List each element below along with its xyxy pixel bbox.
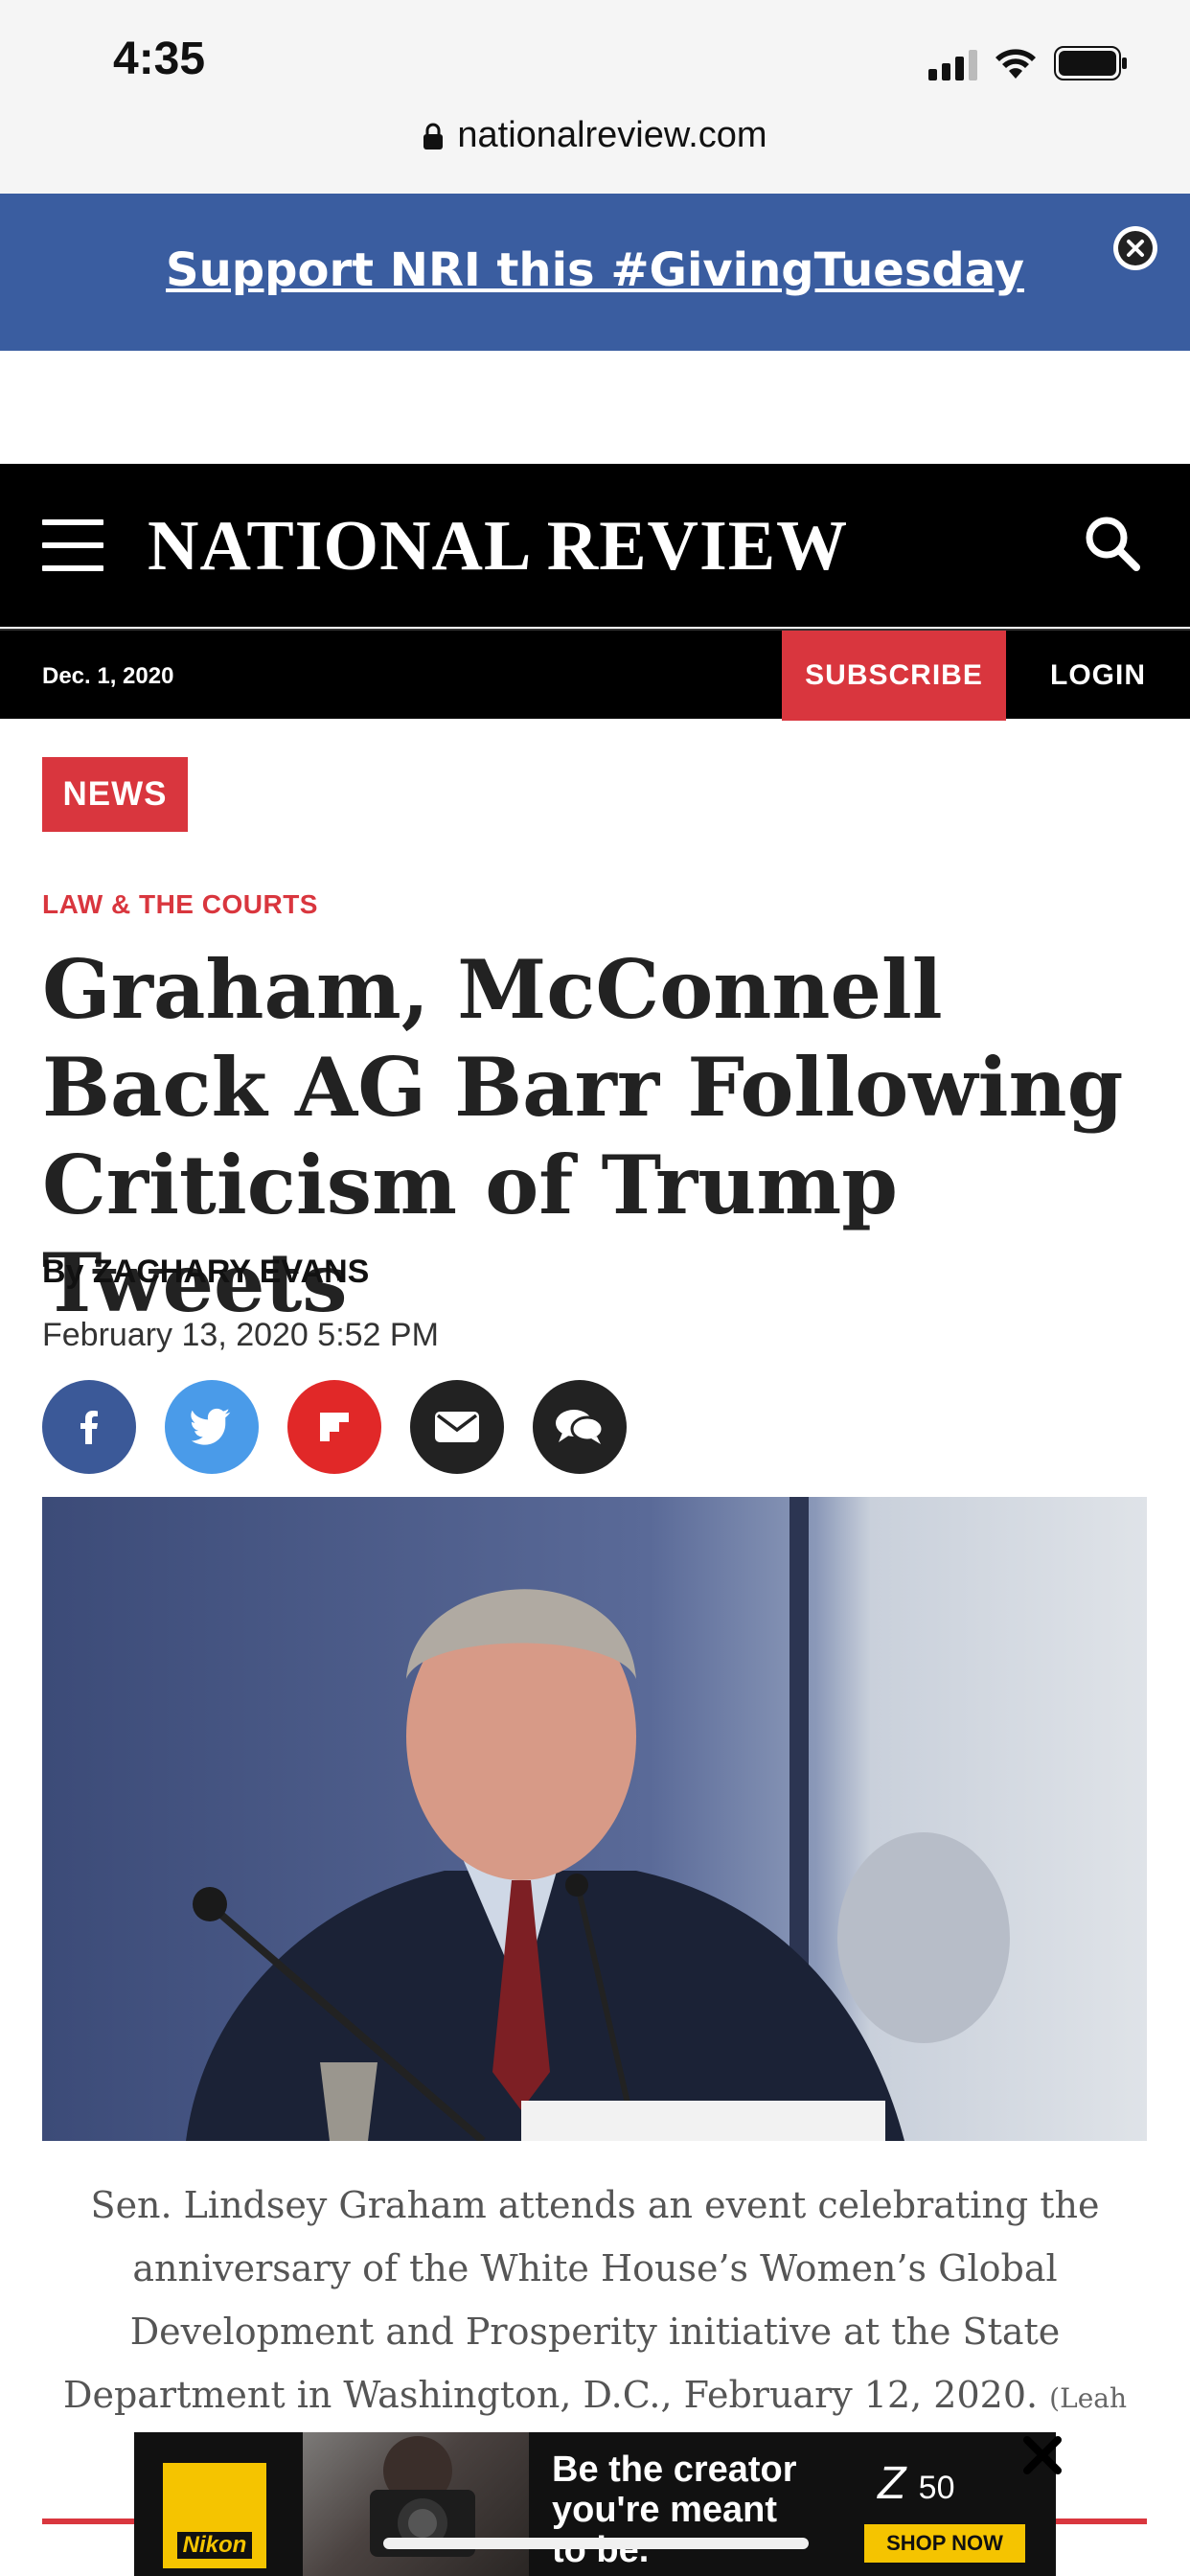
comments-button[interactable] [533, 1380, 627, 1474]
ad-photo [303, 2432, 529, 2576]
banner-close-button[interactable] [1111, 224, 1159, 277]
nikon-ad-banner[interactable]: Nikon Be the creator you're meant to be.… [134, 2432, 1056, 2576]
giving-tuesday-link[interactable]: Support NRI this #GivingTuesday [0, 243, 1190, 297]
ad-model-name: Z 50 [878, 2458, 955, 2509]
header-subbar: Dec. 1, 2020 SUBSCRIBE LOGIN [0, 629, 1190, 721]
shop-now-button[interactable]: SHOP NOW [864, 2524, 1025, 2563]
login-button[interactable]: LOGIN [1006, 631, 1190, 721]
battery-icon [1054, 46, 1129, 80]
twitter-icon [191, 1408, 231, 1445]
wifi-icon [995, 48, 1037, 80]
facebook-share-button[interactable] [42, 1380, 136, 1474]
nikon-logo: Nikon [163, 2463, 266, 2568]
comment-icon [556, 1410, 605, 1444]
flipboard-share-button[interactable] [287, 1380, 381, 1474]
cellular-signal-icon [928, 50, 977, 80]
ad-headline: Be the creator you're meant to be. [552, 2450, 797, 2570]
caption-text: Sen. Lindsey Graham attends an event cel… [62, 2184, 1100, 2416]
close-icon [1023, 2436, 1062, 2474]
giving-tuesday-banner: Support NRI this #GivingTuesday [0, 194, 1190, 351]
browser-url-bar[interactable]: nationalreview.com [0, 105, 1190, 194]
byline-prefix: By [42, 1254, 84, 1290]
ad-placeholder [0, 351, 1190, 464]
home-indicator[interactable] [383, 2538, 809, 2549]
section-link[interactable]: LAW & THE COURTS [42, 889, 318, 920]
news-tag[interactable]: NEWS [42, 757, 188, 832]
site-header: NATIONAL REVIEW [0, 464, 1190, 627]
facebook-icon [80, 1411, 98, 1444]
email-icon [435, 1412, 479, 1442]
caption-credit: (Leah [1049, 2382, 1127, 2414]
search-button[interactable] [1083, 514, 1142, 578]
site-logo[interactable]: NATIONAL REVIEW [148, 506, 848, 587]
current-date: Dec. 1, 2020 [42, 663, 174, 689]
share-buttons [42, 1380, 627, 1474]
lock-icon [423, 123, 444, 150]
ad-close-button[interactable] [1018, 2430, 1067, 2480]
status-icons [928, 42, 1129, 80]
close-icon [1113, 226, 1157, 270]
search-icon [1086, 517, 1140, 571]
article-photo [42, 1497, 1147, 2141]
subscribe-button[interactable]: SUBSCRIBE [782, 631, 1006, 721]
status-bar: 4:35 [0, 0, 1190, 105]
flipboard-icon [320, 1413, 349, 1441]
email-share-button[interactable] [410, 1380, 504, 1474]
byline: By ZACHARY EVANS [42, 1254, 369, 1291]
article-timestamp: February 13, 2020 5:52 PM [42, 1317, 439, 1353]
status-time: 4:35 [113, 34, 206, 84]
photo-caption: Sen. Lindsey Graham attends an event cel… [57, 2174, 1133, 2430]
menu-icon[interactable] [42, 519, 103, 571]
twitter-share-button[interactable] [165, 1380, 259, 1474]
author-link[interactable]: ZACHARY EVANS [93, 1254, 369, 1290]
url-text: nationalreview.com [457, 115, 767, 155]
